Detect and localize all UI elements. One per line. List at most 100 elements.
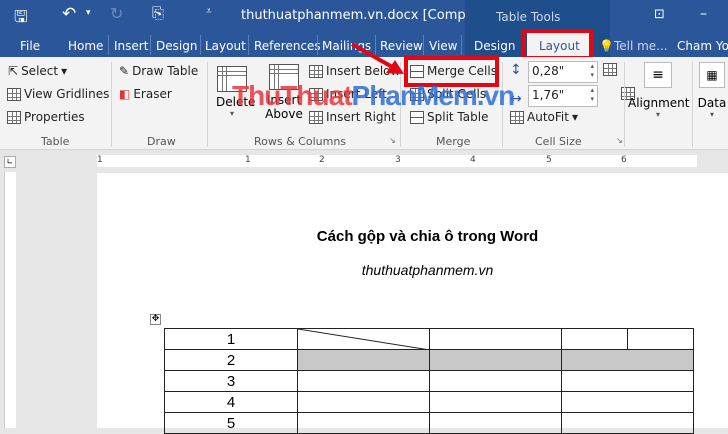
table-cell[interactable]: [297, 412, 430, 434]
table-cell[interactable]: [429, 391, 562, 413]
title-bar: 🖫 ↶ ▾ ↻ ⎘ ⩡ thuthuatphanmem.vn.docx [Com…: [0, 0, 728, 33]
ribbon-display-icon[interactable]: ⊡: [654, 7, 665, 22]
save-icon[interactable]: 🖫: [14, 6, 28, 33]
insert-right-button[interactable]: Insert Right: [309, 110, 396, 124]
table-cell[interactable]: [297, 370, 430, 392]
tab-design[interactable]: Design: [156, 39, 197, 53]
split-table-icon: [410, 110, 424, 124]
row-height-value: 0,28": [532, 64, 565, 78]
ruler-label: 1: [97, 155, 104, 165]
horizontal-ruler[interactable]: ∟ 1 1 2 3 4 5 6 7: [0, 150, 728, 172]
group-label-table: Table: [41, 135, 70, 148]
table-cell[interactable]: [429, 328, 562, 350]
table-cell[interactable]: [429, 370, 562, 392]
customize-qat-icon[interactable]: ⩡: [206, 6, 212, 17]
alignment-label: Alignment: [628, 96, 690, 110]
ruler-label: 2: [319, 155, 326, 165]
properties-button[interactable]: Properties: [7, 110, 85, 124]
tab-insert[interactable]: Insert: [114, 39, 148, 53]
pencil-icon: ✎: [119, 64, 130, 78]
watermark-logo: ThuThuatPhanMem.vn: [232, 80, 515, 111]
row-height-input[interactable]: 0,28" ▴ ▾: [528, 61, 598, 83]
properties-icon: [7, 110, 21, 124]
tab-references[interactable]: References: [254, 39, 321, 53]
column-width-input[interactable]: 1,76" ▴ ▾: [528, 85, 598, 107]
table-row: 2: [164, 349, 694, 371]
table-cell[interactable]: 4: [164, 391, 298, 413]
draw-table-label: Draw Table: [132, 64, 199, 78]
ruler-label: 4: [470, 155, 477, 165]
red-arrow-icon: [351, 42, 404, 74]
tab-view[interactable]: View: [429, 39, 457, 53]
group-label-rows-columns: Rows & Columns: [254, 135, 347, 148]
undo-icon[interactable]: ↶: [62, 4, 76, 24]
table-cell[interactable]: [429, 412, 562, 434]
split-table-button[interactable]: Split Table: [410, 110, 488, 124]
autofit-label: AutoFit: [527, 110, 569, 124]
ruler-scale: 1 1 2 3 4 5 6 7: [97, 155, 697, 167]
table-cell-selected[interactable]: [297, 349, 430, 371]
undo-dropdown-icon[interactable]: ▾: [86, 8, 91, 18]
eraser-icon: ◧: [119, 87, 131, 101]
document-table[interactable]: 1 2 3 4 5: [164, 328, 694, 434]
data-icon: ▦: [699, 62, 725, 88]
tell-me-search[interactable]: 💡Tell me...: [599, 39, 668, 53]
table-cell[interactable]: [561, 412, 694, 434]
table-cell[interactable]: [627, 328, 694, 350]
table-cell[interactable]: [297, 391, 430, 413]
autofit-button[interactable]: AutoFit ▾: [510, 110, 578, 124]
document-subtitle: thuthuatphanmem.vn: [361, 262, 494, 278]
table-cell[interactable]: 1: [164, 328, 298, 350]
user-name[interactable]: Cham Yol: [677, 39, 728, 53]
group-label-cell-size: Cell Size: [535, 135, 582, 148]
table-cell-selected[interactable]: [429, 349, 562, 371]
alignment-icon: ≡: [644, 62, 672, 88]
tab-file[interactable]: File: [20, 39, 40, 53]
group-label-merge: Merge: [436, 135, 471, 148]
ruler-label: 1: [245, 155, 252, 165]
table-cell[interactable]: 2: [164, 349, 298, 371]
ruler-label: 6: [621, 155, 628, 165]
data-button[interactable]: ▦ Data ▾: [696, 62, 728, 119]
cell-size-launcher-icon[interactable]: ↘: [616, 136, 623, 145]
table-cell[interactable]: [561, 391, 694, 413]
tab-table-design[interactable]: Design: [474, 39, 515, 53]
cursor-icon: ⇱: [8, 64, 19, 78]
autofit-icon: [510, 110, 524, 124]
redo-icon: ↻: [110, 4, 124, 23]
group-label-draw: Draw: [147, 135, 176, 148]
tab-selector-icon[interactable]: ∟: [4, 156, 16, 168]
table-cell[interactable]: [561, 370, 694, 392]
minimize-icon[interactable]: –: [700, 6, 707, 22]
gridlines-icon: [7, 87, 21, 101]
draw-table-button[interactable]: ✎ Draw Table: [119, 64, 198, 78]
table-row: 1: [164, 328, 694, 350]
properties-label: Properties: [24, 110, 85, 124]
table-cell[interactable]: [561, 328, 628, 350]
eraser-button[interactable]: ◧ Eraser: [119, 87, 172, 101]
tab-home[interactable]: Home: [68, 39, 103, 53]
table-cell[interactable]: 3: [164, 370, 298, 392]
table-cell[interactable]: 5: [164, 412, 298, 434]
view-gridlines-button[interactable]: View Gridlines: [7, 87, 109, 101]
document-heading: Cách gộp và chia ô trong Word: [316, 228, 539, 245]
clipboard-icon[interactable]: ⎘: [152, 4, 164, 22]
table-cell-selected[interactable]: [561, 349, 694, 371]
alignment-button[interactable]: ≡ Alignment ▾: [628, 62, 690, 119]
column-width-value: 1,76": [532, 88, 565, 102]
table-tools-label: Table Tools: [496, 10, 561, 24]
table-move-handle-icon[interactable]: ✥: [150, 314, 161, 325]
select-button[interactable]: ⇱ Select ▾: [8, 64, 67, 78]
ruler-label: 3: [395, 155, 402, 165]
data-label: Data: [697, 96, 727, 110]
insert-below-icon: [309, 64, 323, 78]
rows-columns-launcher-icon[interactable]: ↘: [389, 136, 396, 145]
table-row: 5: [164, 412, 694, 434]
ruler-label: 5: [546, 155, 553, 165]
distribute-rows-icon[interactable]: [603, 63, 617, 76]
vertical-ruler[interactable]: [4, 172, 16, 428]
table-row: 3: [164, 370, 694, 392]
table-cell-diagonal[interactable]: [297, 328, 430, 350]
row-height-icon: ↕: [510, 62, 522, 78]
tab-layout[interactable]: Layout: [205, 39, 246, 53]
